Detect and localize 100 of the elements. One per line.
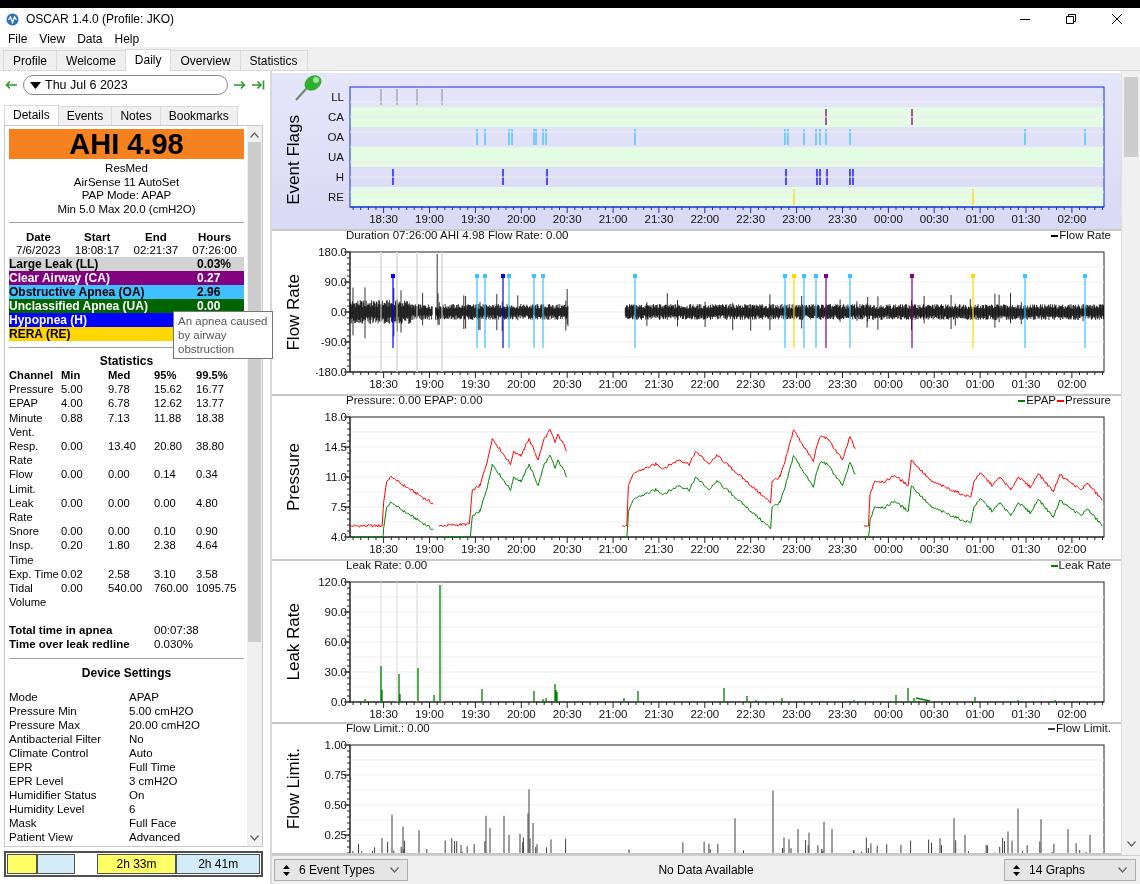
axis-label: 02:00 [1057, 543, 1087, 555]
axis-label: 19:30 [461, 708, 490, 720]
tab[interactable]: Profile [3, 50, 57, 70]
column-header: Channel [9, 368, 55, 383]
scroll-down-icon[interactable] [250, 835, 259, 841]
axis-label: 20:30 [552, 708, 582, 720]
axis-label: 22:00 [690, 378, 720, 390]
forward-arrow-icon[interactable] [234, 80, 246, 90]
index-value: 0.00 [197, 299, 222, 313]
table-cell-text: 0.20 [61, 538, 84, 554]
setting-label: EPR Level [9, 774, 65, 789]
table-cell-text: 0.00 [108, 524, 131, 539]
table-cell-text: 0.90 [196, 524, 219, 539]
event-marker [1084, 128, 1086, 146]
axis-label: 21:00 [598, 543, 628, 555]
scroll-thumb[interactable] [1124, 77, 1138, 157]
date-dropdown[interactable]: Thu Jul 6 2023 [23, 75, 228, 95]
total-label: Total time in apnea [9, 623, 114, 638]
axis-label: 23:30 [828, 213, 857, 225]
axis-label: 00:00 [874, 708, 903, 720]
session-bar[interactable] [7, 854, 37, 874]
tab[interactable]: Notes [111, 106, 161, 125]
setting-value: No [129, 732, 145, 747]
tooltip: An apnea caused by airway obstruction [173, 311, 273, 359]
axis-label: 22:30 [736, 378, 766, 390]
event-types-dropdown[interactable]: 6 Event Types [274, 859, 408, 881]
axis-label: 19:00 [415, 213, 444, 225]
tab[interactable]: Daily [124, 49, 172, 71]
scroll-down-icon[interactable] [1126, 841, 1136, 847]
axis-label: 00:00 [874, 213, 903, 225]
event-marker [396, 88, 398, 106]
setting-label: Humidity Level [9, 802, 86, 817]
row-label: H [335, 171, 344, 183]
menu-item[interactable]: File [2, 31, 34, 46]
legend-label: Flow Limit. [1056, 724, 1111, 735]
axis-label: 0.50 [324, 799, 347, 811]
chevron-down-icon[interactable] [390, 867, 399, 873]
axis-label: 19:00 [415, 543, 444, 555]
tab[interactable]: Bookmarks [159, 106, 238, 125]
index-label: Large Leak (LL) [9, 257, 99, 271]
axis-label: 19:30 [461, 543, 490, 555]
tab[interactable]: Details [4, 105, 59, 126]
chevron-down-icon[interactable] [1118, 867, 1127, 873]
restore-icon[interactable] [1066, 14, 1076, 24]
back-arrow-icon[interactable] [5, 80, 17, 90]
table-cell-text: Pressure [9, 382, 55, 397]
menu-item[interactable]: View [33, 31, 72, 46]
graph-info: Duration 07:26:00 AHI 4.98 Flow Rate: 0.00 [346, 231, 570, 242]
close-icon[interactable] [1112, 14, 1122, 24]
table-cell-text: 2.38 [154, 538, 177, 554]
up-down-icon [1013, 864, 1020, 876]
graph-info: Leak Rate: 0.00 [346, 561, 429, 572]
axis-label: 20:30 [552, 543, 582, 555]
tab[interactable]: Events [57, 106, 113, 125]
setting-label: Antibacterial Filter [9, 732, 103, 747]
graphs-dropdown[interactable]: 14 Graphs [1004, 859, 1136, 881]
axis-label: -90.0 [320, 336, 347, 348]
event-marker [793, 188, 795, 206]
menu-item[interactable]: Data [71, 31, 109, 46]
scroll-up-icon[interactable] [250, 132, 259, 138]
setting-value: 3 cmH2O [129, 774, 179, 789]
setting-value: Full Time [129, 760, 177, 775]
table-cell-text: Snore [9, 524, 40, 539]
tab[interactable]: Statistics [239, 50, 308, 70]
session-bar[interactable]: 2h 41m [176, 854, 260, 874]
index-label: Clear Airway (CA) [9, 271, 110, 285]
axis-label: 18:30 [369, 378, 398, 390]
event-marker [634, 128, 636, 146]
index-value: 0.03% [197, 257, 233, 271]
table-cell-text: 0.00 [108, 467, 131, 483]
row-label: CA [328, 111, 344, 123]
table-cell-text: 15.62 [154, 382, 183, 397]
graph-info: Flow Limit.: 0.00 [346, 724, 431, 735]
axis-label: 18.0 [324, 411, 347, 423]
device-info: ResMed [104, 162, 149, 176]
session-bar[interactable] [36, 854, 75, 874]
axis-label: 23:00 [782, 213, 811, 225]
event-marker [825, 108, 827, 126]
skip-to-end-icon[interactable] [252, 80, 265, 90]
pushpin-icon[interactable] [294, 73, 324, 101]
axis-label: 20:00 [506, 213, 536, 225]
minimize-icon[interactable] [1020, 18, 1030, 20]
legend-label: Leak Rate [1058, 561, 1111, 572]
axis-title: Pressure [284, 443, 304, 512]
axis-label: 00:30 [919, 543, 949, 555]
row-label: UA [328, 151, 344, 163]
axis-label: 23:00 [782, 378, 811, 390]
table-cell-text: 9.78 [108, 382, 131, 397]
axis-label: 00:30 [919, 213, 949, 225]
event-marker [819, 128, 821, 146]
axis-label: 00:30 [919, 708, 949, 720]
session-bar[interactable]: 2h 33m [96, 854, 177, 874]
axis-label: 0.25 [324, 829, 347, 841]
event-marker [911, 108, 913, 126]
axis-label: 11.0 [325, 471, 347, 483]
menu-item[interactable]: Help [108, 31, 146, 46]
setting-value: 20.00 cmH2O [129, 718, 201, 733]
axis-label: 19:00 [415, 708, 444, 720]
axis-label: 22:00 [690, 543, 720, 555]
table-cell-text: 1.80 [108, 538, 131, 554]
